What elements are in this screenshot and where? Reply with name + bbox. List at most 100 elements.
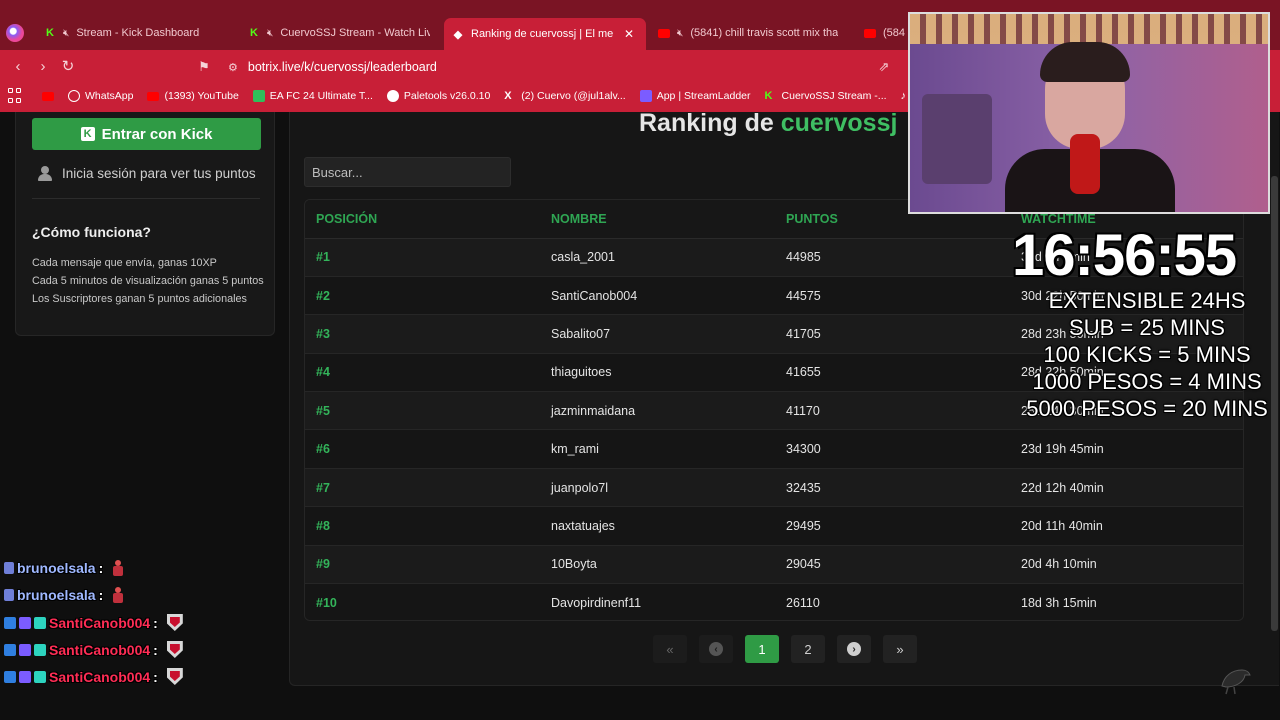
close-tab-icon[interactable]: ✕ [624,27,634,41]
microphone [1070,134,1100,194]
bookmark-label: App | StreamLadder [656,90,751,102]
chair [922,94,992,184]
watchtime-cell: 18d 3h 15min [1010,583,1243,620]
kick-icon: K [764,90,773,102]
first-page-button[interactable]: « [653,635,687,663]
username-cell: casla_2001 [540,238,775,277]
username-cell: Sabalito07 [540,314,775,354]
previous-page-button[interactable]: ‹ [699,635,733,663]
tab-kick-dashboard[interactable]: K 🔇︎ Stream - Kick Dashboard [36,20,236,46]
kick-icon: K [250,27,258,39]
chat-username[interactable]: SantiCanob004 [49,642,150,658]
browser-profile-icon[interactable] [6,24,24,42]
muted-speaker-icon[interactable]: 🔇︎ [677,28,683,39]
reload-icon[interactable]: ↻ [58,57,78,77]
kick-icon: K [46,27,54,39]
column-header-name[interactable]: NOMBRE [540,200,775,239]
bookmark-whatsapp[interactable]: WhatsApp [68,90,133,102]
login-with-kick-button[interactable]: K Entrar con Kick [32,118,261,150]
chat-username[interactable]: brunoelsala [17,560,96,576]
table-row: #6 km_rami 34300 23d 19h 45min [305,429,1243,469]
next-page-button[interactable]: › [837,635,871,663]
tab-youtube-2[interactable]: (584 [856,20,912,46]
watchtime-cell: 22d 12h 40min [1010,468,1243,508]
apps-grid-icon[interactable] [8,88,24,104]
username-cell: km_rami [540,429,775,469]
bookmark-ea-fc[interactable]: EA FC 24 Ultimate T... [252,90,373,102]
subathon-timer: 16:56:55 [1012,223,1237,288]
bookmark-label: WhatsApp [85,90,134,102]
rank-cell: #10 [305,583,540,620]
points-cell: 41655 [775,353,1010,393]
bookmark-label: (1393) YouTube [164,90,239,102]
rank-cell: #7 [305,468,540,508]
bookmark-streamladder[interactable]: App | StreamLadder [639,90,751,102]
shield-emote-icon [166,641,183,658]
bookmark-youtube[interactable] [42,91,54,101]
rule-item: Cada 5 minutos de visualización ganas 5 … [32,275,264,287]
chat-username[interactable]: brunoelsala [17,587,96,603]
last-page-button[interactable]: » [883,635,917,663]
rank-cell: #9 [305,545,540,585]
rank-cell: #4 [305,353,540,393]
points-cell: 41705 [775,314,1010,354]
pagination: « ‹ 1 2 › » [653,635,917,663]
watchtime-cell: 20d 11h 40min [1010,506,1243,546]
forward-icon[interactable]: › [33,57,53,77]
moderator-badge-icon [34,643,46,656]
chat-username[interactable]: SantiCanob004 [49,615,150,631]
streamladder-icon [639,90,652,102]
prime-badge-icon [4,643,16,656]
points-cell: 34300 [775,429,1010,469]
points-cell: 41170 [775,391,1010,431]
points-cell: 44575 [775,276,1010,316]
chevron-right-icon: › [847,642,861,656]
points-cell: 29495 [775,506,1010,546]
rank-cell: #8 [305,506,540,546]
page-title: Ranking de cuervossj [639,109,897,138]
username-cell: naxtatuajes [540,506,775,546]
site-settings-icon[interactable]: ⚙ [228,61,238,74]
youtube-icon [147,91,160,101]
rank-cell: #2 [305,276,540,316]
search-input[interactable] [304,157,511,187]
points-cell: 32435 [775,468,1010,508]
tab-title: (5841) chill travis scott mix that m [690,27,838,39]
webcam-feed [908,12,1270,214]
page-2-button[interactable]: 2 [791,635,825,663]
username-cell: Davopirdinenf11 [540,583,775,620]
bookmark-youtube-home[interactable]: (1393) YouTube [147,90,239,102]
overlay-line: 100 KICKS = 5 MINS [1043,342,1251,367]
username-cell: jazminmaidana [540,391,775,431]
paletools-icon [386,90,399,102]
how-it-works-list: Cada mensaje que envía, ganas 10XP Cada … [32,254,264,308]
tab-youtube-mix[interactable]: 🔇︎ (5841) chill travis scott mix that m [650,20,846,46]
bookmark-icon[interactable]: ⚑ [194,57,214,77]
prime-badge-icon [4,616,16,629]
bookmark-x-profile[interactable]: X (2) Cuervo (@jul1alv... [504,90,625,102]
tab-title: Ranking de cuervossj | El mejor [471,28,613,40]
string-lights [910,14,1268,44]
back-icon[interactable]: ‹ [8,57,28,77]
tab-kick-stream[interactable]: K 🔇︎ CuervoSSJ Stream - Watch Live o [240,20,438,46]
tab-botrix-ranking[interactable]: ◆ Ranking de cuervossj | El mejor ✕ [444,18,646,50]
page-1-button[interactable]: 1 [745,635,779,663]
muted-speaker-icon[interactable]: 🔇︎ [267,28,273,39]
muted-speaker-icon[interactable]: 🔇︎ [63,28,69,39]
overlay-line: 1000 PESOS = 4 MINS [1032,369,1262,394]
bookmark-paletools[interactable]: Paletools v26.0.10 [386,90,490,102]
address-bar[interactable]: ⚙ botrix.live/k/cuervossj/leaderboard [228,55,898,79]
bookmark-kick-stream[interactable]: K CuervoSSJ Stream -... [765,90,887,102]
sidebar-card: K Entrar con Kick Inicia sesión para ver… [15,112,275,336]
column-header-position[interactable]: POSICIÓN [305,200,540,239]
username-cell: juanpolo7l [540,468,775,508]
points-cell: 26110 [775,583,1010,620]
chat-separator: : [153,641,158,658]
url-text[interactable]: botrix.live/k/cuervossj/leaderboard [248,60,437,74]
moderator-badge-icon [34,670,46,683]
sub-badge-icon [19,643,31,656]
points-cell: 29045 [775,545,1010,585]
sub-badge-icon [19,670,31,683]
chat-username[interactable]: SantiCanob004 [49,669,150,685]
rank-cell: #3 [305,314,540,354]
